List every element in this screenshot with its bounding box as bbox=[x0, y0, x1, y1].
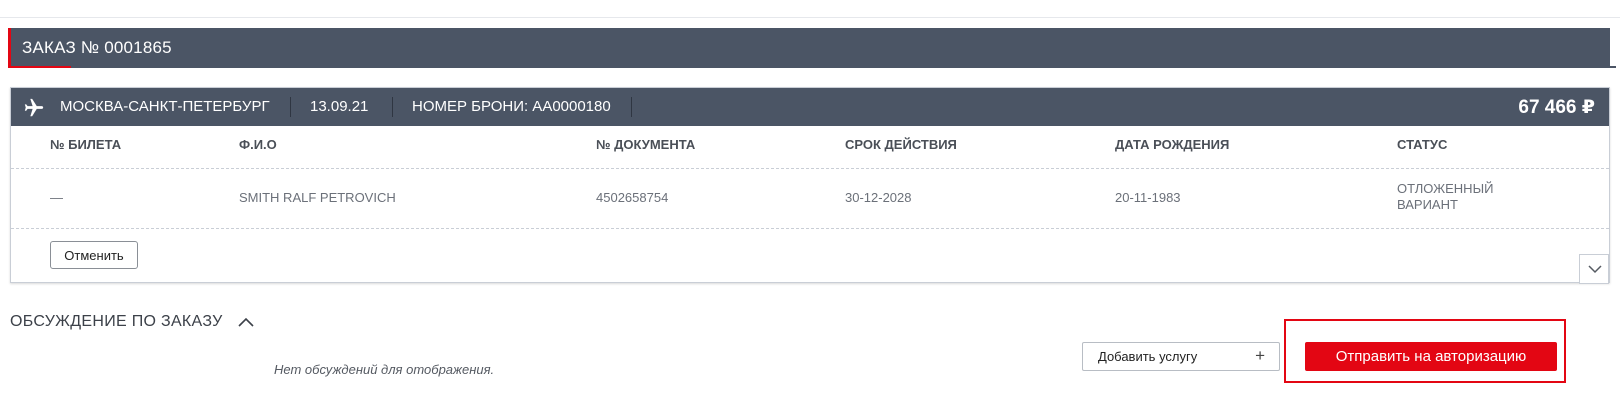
col-header-status: СТАТУС bbox=[1397, 137, 1448, 152]
add-service-label: Добавить услугу bbox=[1098, 349, 1198, 364]
cell-expiry: 30-12-2028 bbox=[845, 190, 912, 205]
cell-name: SMITH RALF PETROVICH bbox=[239, 190, 396, 205]
row-divider bbox=[11, 228, 1609, 229]
separator bbox=[392, 97, 393, 117]
row-divider bbox=[11, 168, 1609, 169]
discussion-title[interactable]: ОБСУЖДЕНИЕ ПО ЗАКАЗУ bbox=[10, 313, 223, 331]
chevron-down-icon bbox=[1588, 265, 1602, 274]
cell-birth: 20-11-1983 bbox=[1115, 190, 1181, 205]
airplane-icon bbox=[23, 97, 45, 119]
order-price: 67 466 ₽ bbox=[1518, 97, 1595, 118]
flight-route: МОСКВА-САНКТ-ПЕТЕРБУРГ bbox=[60, 98, 270, 115]
cell-ticket: — bbox=[50, 190, 63, 205]
separator bbox=[290, 97, 291, 117]
flight-card: МОСКВА-САНКТ-ПЕТЕРБУРГ 13.09.21 НОМЕР БР… bbox=[10, 87, 1610, 284]
submit-authorization-button[interactable]: Отправить на авторизацию bbox=[1305, 342, 1557, 371]
col-header-document: № ДОКУМЕНТА bbox=[596, 137, 696, 152]
order-title: ЗАКАЗ № 0001865 bbox=[22, 38, 172, 57]
cell-document: 4502658754 bbox=[596, 190, 669, 205]
expand-button[interactable] bbox=[1579, 254, 1609, 284]
plus-icon: + bbox=[1255, 346, 1265, 365]
col-header-name: Ф.И.О bbox=[239, 137, 277, 152]
booking-number: НОМЕР БРОНИ: АА0000180 bbox=[412, 98, 611, 115]
chevron-up-icon[interactable] bbox=[238, 317, 254, 327]
add-service-button[interactable]: Добавить услугу + bbox=[1082, 342, 1280, 371]
flight-date: 13.09.21 bbox=[310, 98, 369, 115]
order-header: ЗАКАЗ № 0001865 bbox=[8, 28, 1616, 68]
separator bbox=[631, 97, 632, 117]
flight-summary-bar: МОСКВА-САНКТ-ПЕТЕРБУРГ 13.09.21 НОМЕР БР… bbox=[11, 88, 1609, 126]
cell-status: ОТЛОЖЕННЫЙ ВАРИАНТ bbox=[1397, 181, 1494, 212]
col-header-expiry: СРОК ДЕЙСТВИЯ bbox=[845, 137, 957, 152]
cancel-button[interactable]: Отменить bbox=[50, 241, 138, 269]
col-header-ticket: № БИЛЕТА bbox=[50, 137, 122, 152]
col-header-birth: ДАТА РОЖДЕНИЯ bbox=[1115, 137, 1230, 152]
top-divider bbox=[0, 17, 1620, 18]
discussion-empty-message: Нет обсуждений для отображения. bbox=[274, 362, 495, 377]
